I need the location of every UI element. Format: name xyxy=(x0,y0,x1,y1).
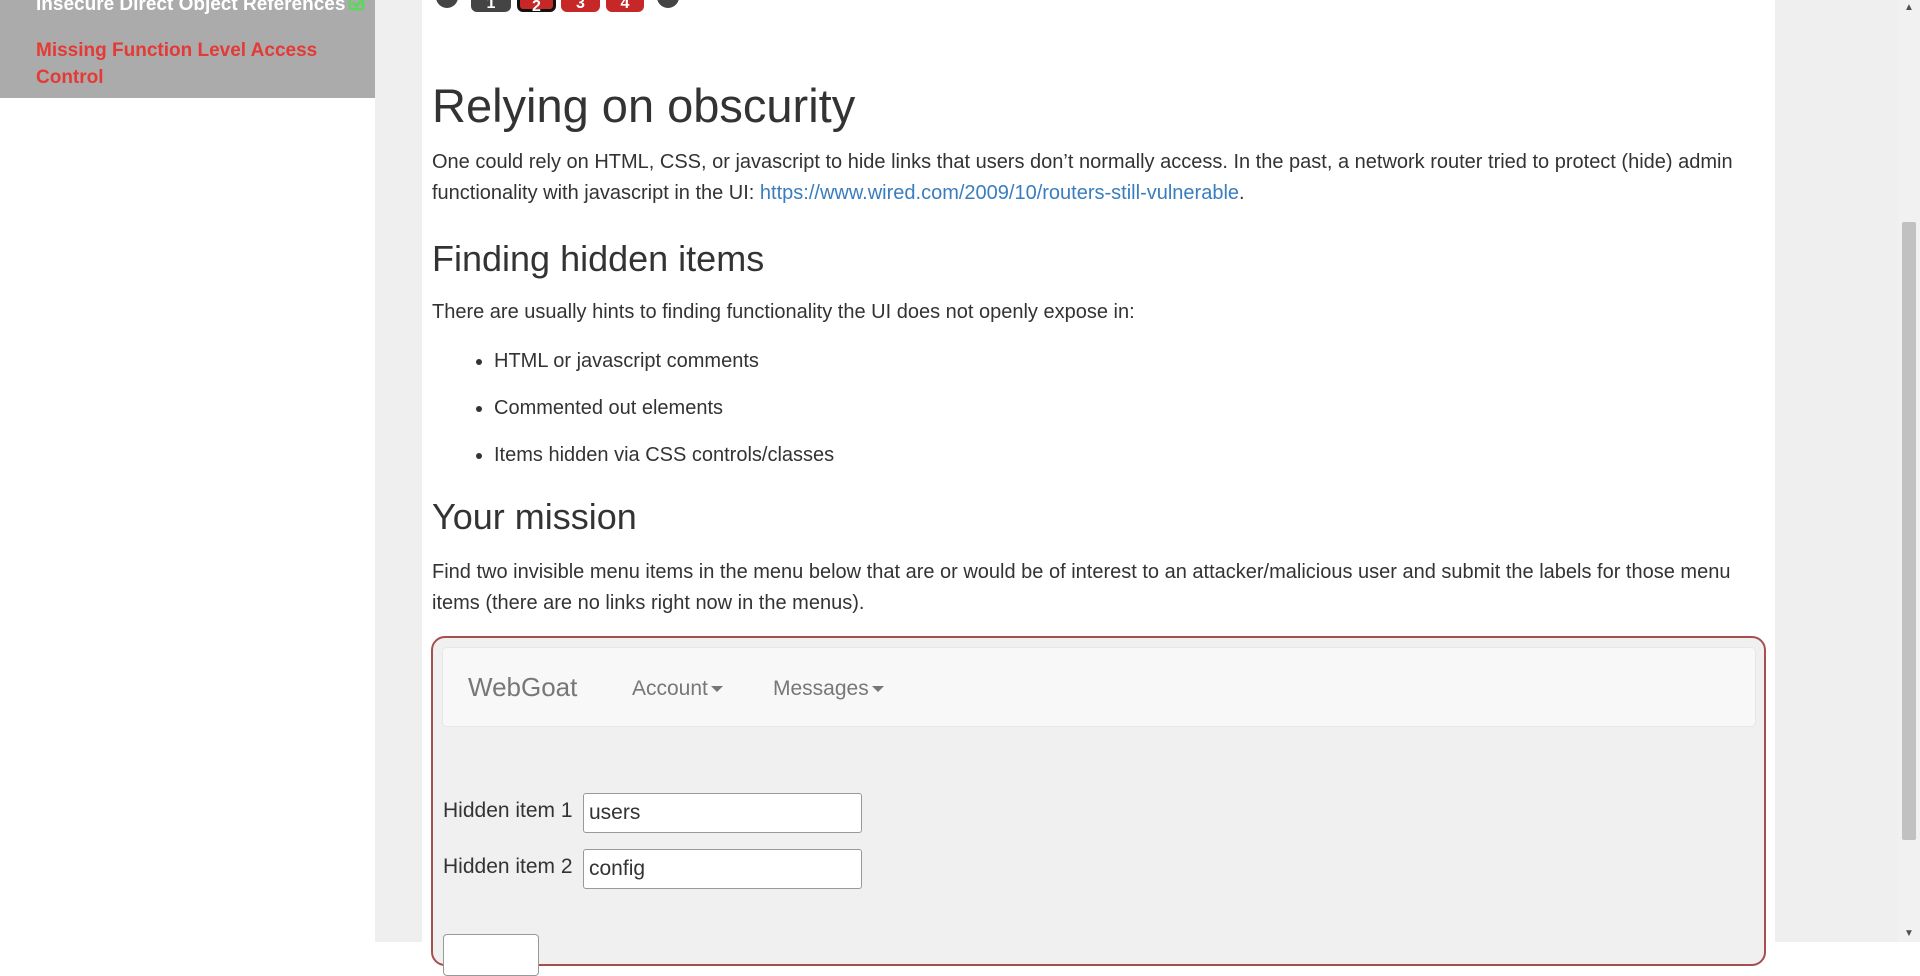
hints-list: HTML or javascript comments Commented ou… xyxy=(432,343,834,484)
pager-page-4[interactable]: 4 xyxy=(606,0,644,12)
intro-paragraph: One could rely on HTML, CSS, or javascri… xyxy=(432,151,1733,204)
submit-button[interactable] xyxy=(443,934,539,976)
hidden-item-2-input[interactable] xyxy=(583,849,862,889)
navbar-brand[interactable]: WebGoat xyxy=(468,672,577,703)
list-item: Commented out elements xyxy=(494,390,834,437)
sidebar-item-idor[interactable]: Insecure Direct Object References xyxy=(36,0,367,16)
check-icon xyxy=(349,0,365,11)
sidebar-item-mflac[interactable]: Missing Function Level Access Control xyxy=(36,37,336,91)
sidebar-item-label: Insecure Direct Object References xyxy=(36,0,346,15)
finding-heading: Finding hidden items xyxy=(432,238,765,279)
lesson-sidebar: Insecure Direct Object References Missin… xyxy=(0,0,375,98)
scroll-up-icon[interactable]: ▲ xyxy=(1898,0,1920,16)
page-gutter-right xyxy=(1775,0,1898,942)
account-dropdown[interactable]: Account xyxy=(632,677,723,701)
caret-down-icon xyxy=(710,686,723,693)
page-title: Relying on obscurity xyxy=(432,79,856,132)
finding-paragraph: There are usually hints to finding funct… xyxy=(432,301,1135,323)
scroll-down-icon[interactable]: ▼ xyxy=(1898,926,1920,942)
hidden-item-1-input[interactable] xyxy=(583,793,862,833)
assignment-box: WebGoat Account Messages Hidden item 1 H… xyxy=(431,636,1766,976)
page-gutter-left xyxy=(375,0,422,942)
mission-heading: Your mission xyxy=(432,496,637,537)
list-item: HTML or javascript comments xyxy=(494,343,834,390)
pager-page-3[interactable]: 3 xyxy=(561,0,600,12)
mission-paragraph: Find two invisible menu items in the men… xyxy=(432,561,1731,614)
pager-page-1[interactable]: 1 xyxy=(471,0,511,12)
hidden-item-2-label: Hidden item 2 xyxy=(443,855,573,878)
list-item: Items hidden via CSS controls/classes xyxy=(494,437,834,484)
caret-down-icon xyxy=(871,686,884,693)
wired-article-link[interactable]: https://www.wired.com/2009/10/routers-st… xyxy=(760,182,1239,204)
page-scrollbar[interactable]: ▲ ▼ xyxy=(1898,0,1920,942)
scroll-thumb[interactable] xyxy=(1902,222,1916,840)
webgoat-navbar: WebGoat Account Messages xyxy=(442,647,1756,727)
pager-page-2[interactable]: 2 xyxy=(517,0,556,15)
messages-dropdown[interactable]: Messages xyxy=(773,677,884,701)
hidden-item-1-label: Hidden item 1 xyxy=(443,799,573,822)
